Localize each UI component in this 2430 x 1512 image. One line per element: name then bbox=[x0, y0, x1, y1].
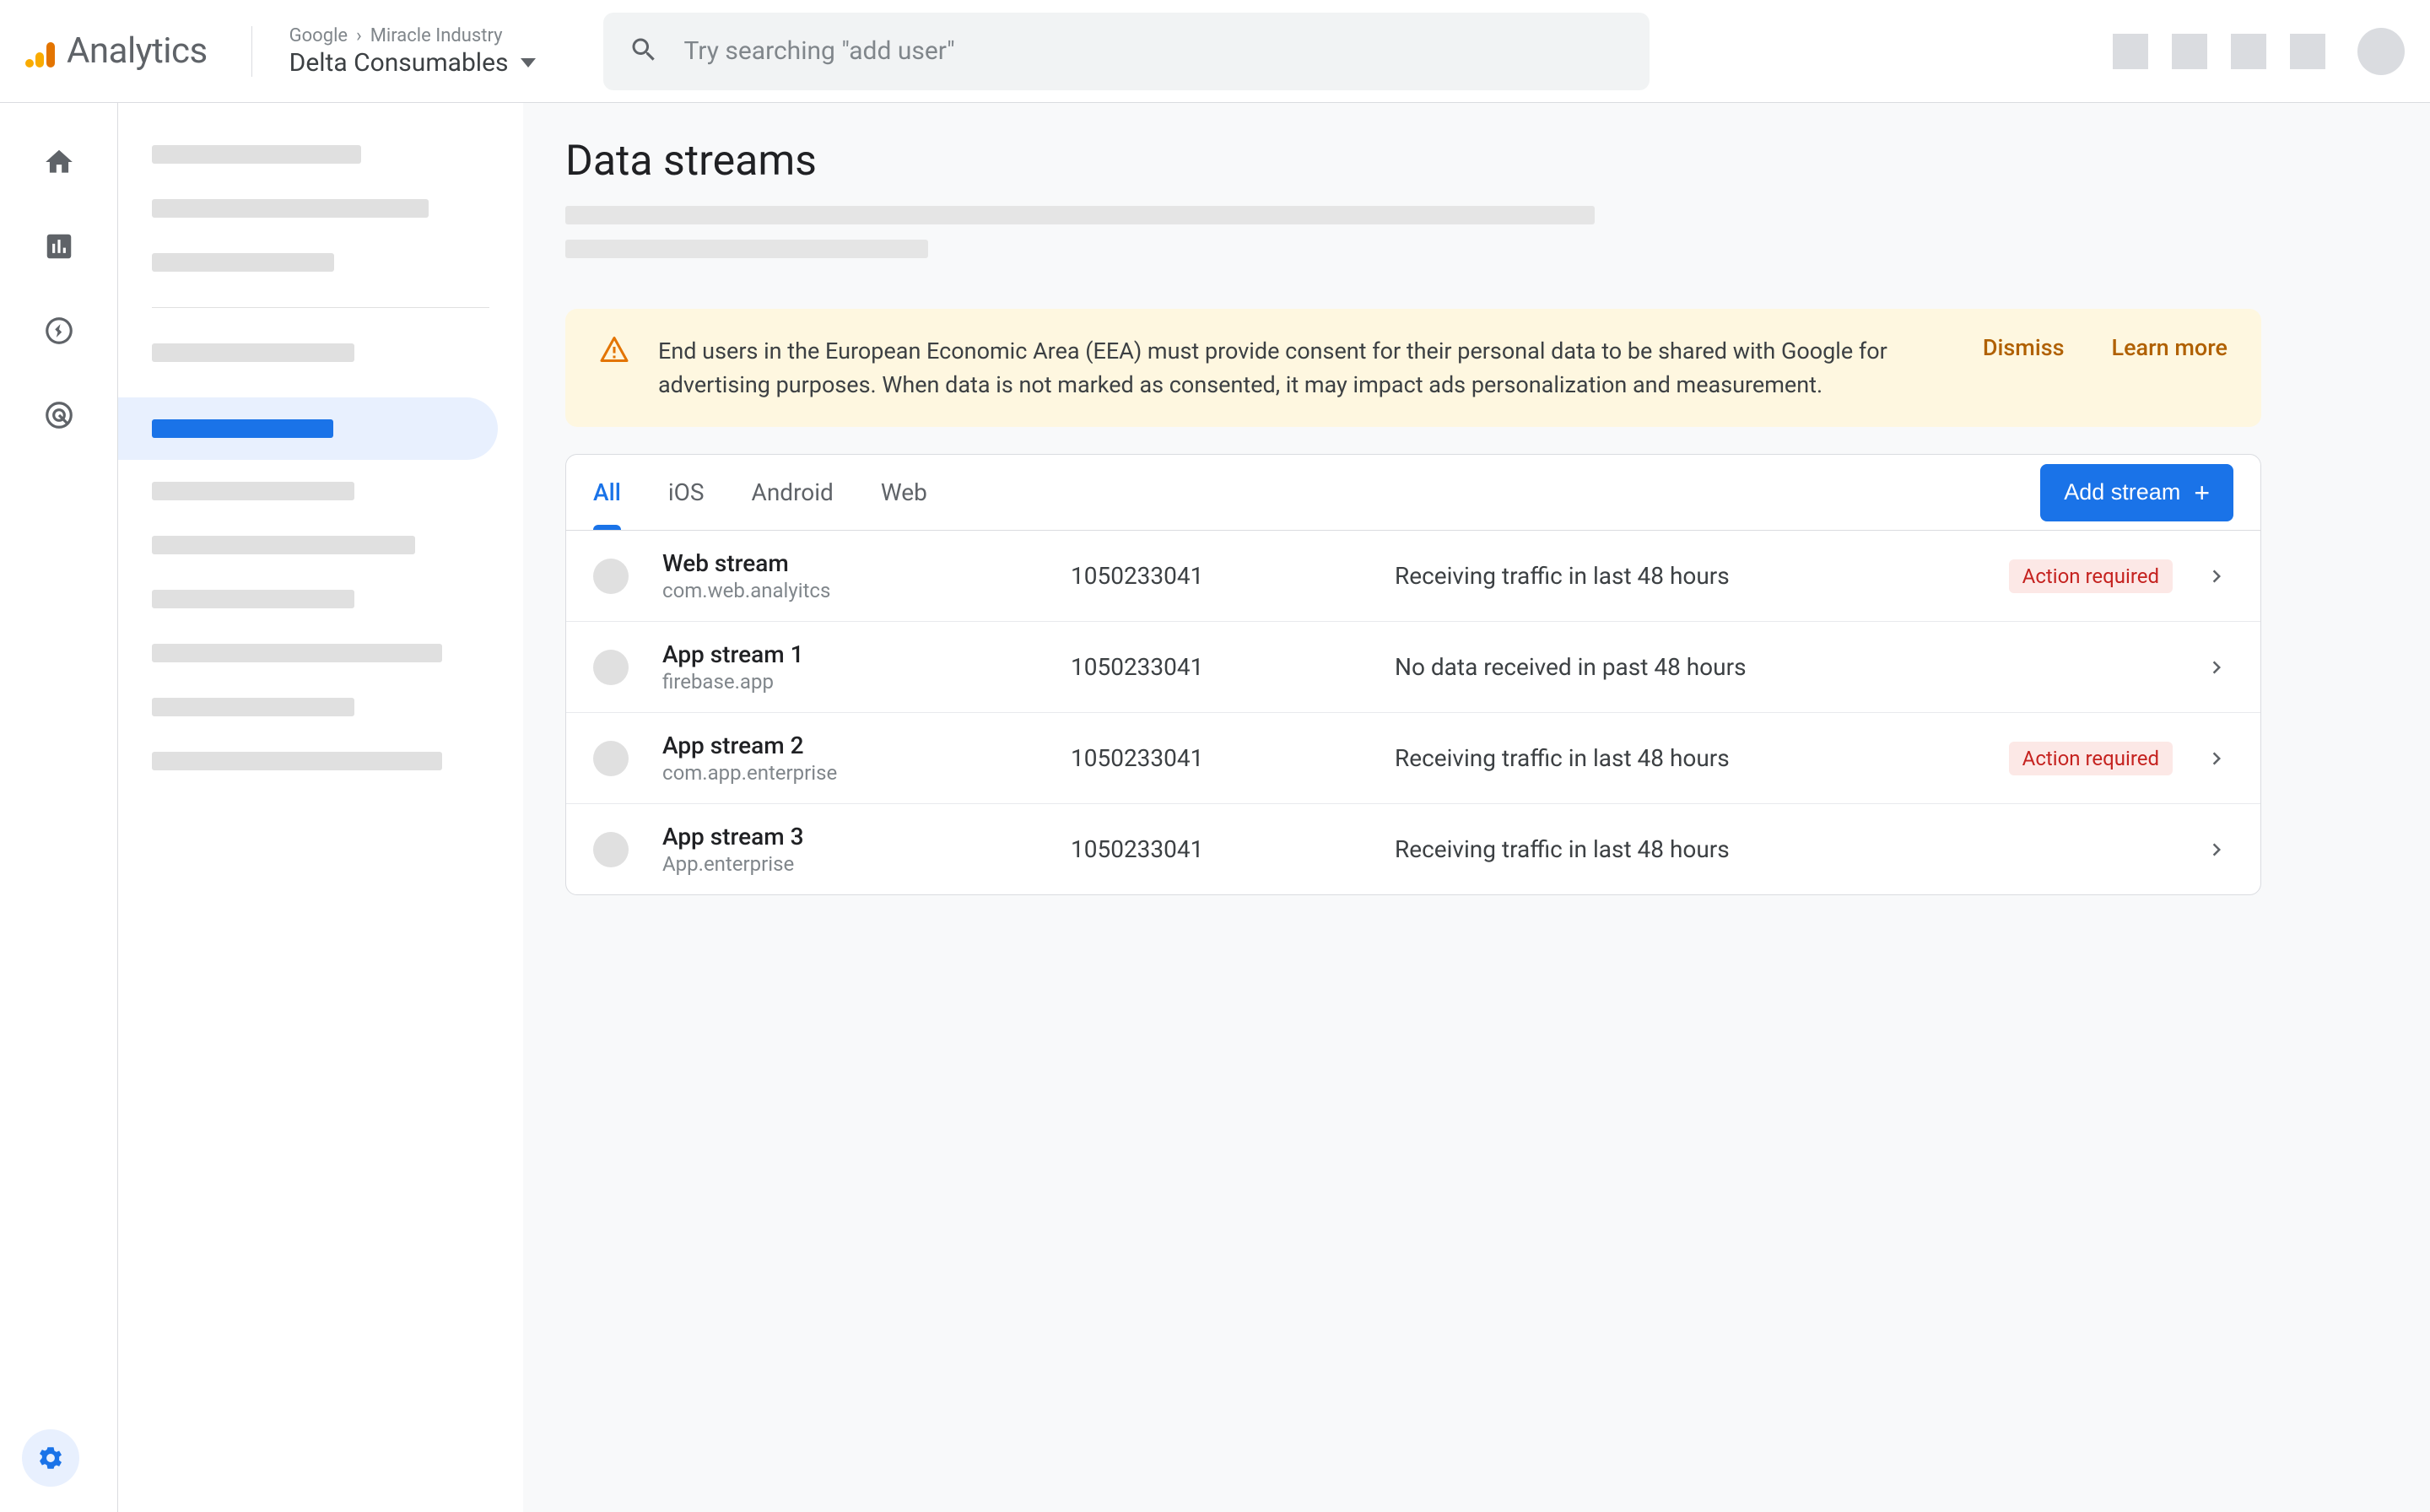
header-action-placeholder[interactable] bbox=[2231, 34, 2266, 69]
description-placeholder bbox=[565, 240, 928, 258]
stream-id: 1050233041 bbox=[1071, 835, 1374, 863]
streams-card: All iOS Android Web Add stream + Web str… bbox=[565, 454, 2261, 895]
stream-row[interactable]: App stream 2 com.app.enterprise 10502330… bbox=[566, 713, 2260, 804]
plus-icon: + bbox=[2194, 479, 2210, 506]
stream-tabs: All iOS Android Web bbox=[593, 455, 927, 530]
search-icon bbox=[629, 35, 659, 68]
breadcrumb-org: Google bbox=[289, 25, 348, 46]
page-title: Data streams bbox=[565, 137, 2261, 186]
stream-id: 1050233041 bbox=[1071, 653, 1374, 681]
property-selector[interactable]: Google › Miracle Industry Delta Consumab… bbox=[289, 25, 536, 78]
chevron-right-icon bbox=[2200, 833, 2233, 867]
search-input[interactable]: Try searching "add user" bbox=[603, 13, 1650, 90]
stream-name-block: App stream 1 firebase.app bbox=[662, 640, 1050, 694]
chevron-right-icon bbox=[2200, 651, 2233, 684]
tab-ios[interactable]: iOS bbox=[668, 455, 705, 530]
stream-type-icon bbox=[593, 832, 629, 867]
header-action-placeholder[interactable] bbox=[2172, 34, 2207, 69]
breadcrumb-account: Miracle Industry bbox=[370, 25, 503, 46]
sidebar-active-item[interactable] bbox=[118, 397, 498, 460]
stream-id: 1050233041 bbox=[1071, 562, 1374, 590]
property-name: Delta Consumables bbox=[289, 48, 509, 78]
stream-status: Receiving traffic in last 48 hours bbox=[1395, 744, 1974, 772]
stream-row[interactable]: Web stream com.web.analyitcs 1050233041 … bbox=[566, 531, 2260, 622]
search-placeholder: Try searching "add user" bbox=[684, 36, 955, 66]
stream-badge-slot: Action required bbox=[1994, 559, 2179, 593]
stream-row[interactable]: App stream 1 firebase.app 1050233041 No … bbox=[566, 622, 2260, 713]
stream-identifier: App.enterprise bbox=[662, 852, 1050, 876]
warning-icon bbox=[599, 334, 629, 368]
caret-down-icon bbox=[521, 58, 536, 68]
action-required-badge: Action required bbox=[2009, 742, 2173, 775]
stream-identifier: com.web.analyitcs bbox=[662, 579, 1050, 602]
product-name: Analytics bbox=[67, 30, 208, 72]
stream-identifier: com.app.enterprise bbox=[662, 761, 1050, 785]
advertising-icon[interactable] bbox=[42, 398, 76, 432]
action-required-badge: Action required bbox=[2009, 559, 2173, 593]
analytics-logo-icon bbox=[25, 35, 55, 68]
main-content: Data streams End users in the European E… bbox=[523, 103, 2430, 1512]
stream-row[interactable]: App stream 3 App.enterprise 1050233041 R… bbox=[566, 804, 2260, 894]
dismiss-button[interactable]: Dismiss bbox=[1983, 334, 2065, 361]
stream-identifier: firebase.app bbox=[662, 670, 1050, 694]
stream-type-icon bbox=[593, 650, 629, 685]
card-header: All iOS Android Web Add stream + bbox=[566, 455, 2260, 531]
reports-icon[interactable] bbox=[42, 230, 76, 263]
chevron-right-icon bbox=[2200, 742, 2233, 775]
stream-status: Receiving traffic in last 48 hours bbox=[1395, 835, 1974, 863]
tab-web[interactable]: Web bbox=[881, 455, 927, 530]
description-placeholder bbox=[565, 206, 1595, 224]
chevron-right-icon: › bbox=[356, 25, 362, 46]
logo-area: Analytics bbox=[25, 30, 208, 72]
header-action-placeholder[interactable] bbox=[2290, 34, 2325, 69]
chevron-right-icon bbox=[2200, 559, 2233, 593]
stream-name-block: Web stream com.web.analyitcs bbox=[662, 549, 1050, 602]
tab-android[interactable]: Android bbox=[752, 455, 834, 530]
admin-sidebar bbox=[118, 103, 523, 1512]
stream-type-icon bbox=[593, 741, 629, 776]
stream-status: No data received in past 48 hours bbox=[1395, 653, 1974, 681]
admin-settings-button[interactable] bbox=[22, 1429, 79, 1487]
add-stream-label: Add stream bbox=[2064, 479, 2180, 505]
stream-status: Receiving traffic in last 48 hours bbox=[1395, 562, 1974, 590]
header-action-placeholder[interactable] bbox=[2113, 34, 2148, 69]
learn-more-link[interactable]: Learn more bbox=[2112, 334, 2228, 361]
add-stream-button[interactable]: Add stream + bbox=[2040, 464, 2233, 521]
tab-all[interactable]: All bbox=[593, 455, 621, 530]
stream-name-block: App stream 2 com.app.enterprise bbox=[662, 732, 1050, 785]
consent-alert: End users in the European Economic Area … bbox=[565, 309, 2261, 427]
header-actions bbox=[2113, 28, 2405, 75]
stream-rows: Web stream com.web.analyitcs 1050233041 … bbox=[566, 531, 2260, 894]
stream-name: App stream 2 bbox=[662, 732, 1050, 759]
avatar[interactable] bbox=[2357, 28, 2405, 75]
stream-badge-slot: Action required bbox=[1994, 742, 2179, 775]
breadcrumb: Google › Miracle Industry bbox=[289, 25, 536, 46]
explore-icon[interactable] bbox=[42, 314, 76, 348]
home-icon[interactable] bbox=[42, 145, 76, 179]
alert-message: End users in the European Economic Area … bbox=[658, 334, 1937, 402]
divider bbox=[251, 26, 252, 77]
stream-name-block: App stream 3 App.enterprise bbox=[662, 823, 1050, 876]
stream-name: App stream 1 bbox=[662, 640, 1050, 668]
stream-type-icon bbox=[593, 559, 629, 594]
nav-rail bbox=[0, 103, 118, 1512]
stream-name: App stream 3 bbox=[662, 823, 1050, 850]
stream-name: Web stream bbox=[662, 549, 1050, 577]
stream-id: 1050233041 bbox=[1071, 744, 1374, 772]
app-header: Analytics Google › Miracle Industry Delt… bbox=[0, 0, 2430, 103]
